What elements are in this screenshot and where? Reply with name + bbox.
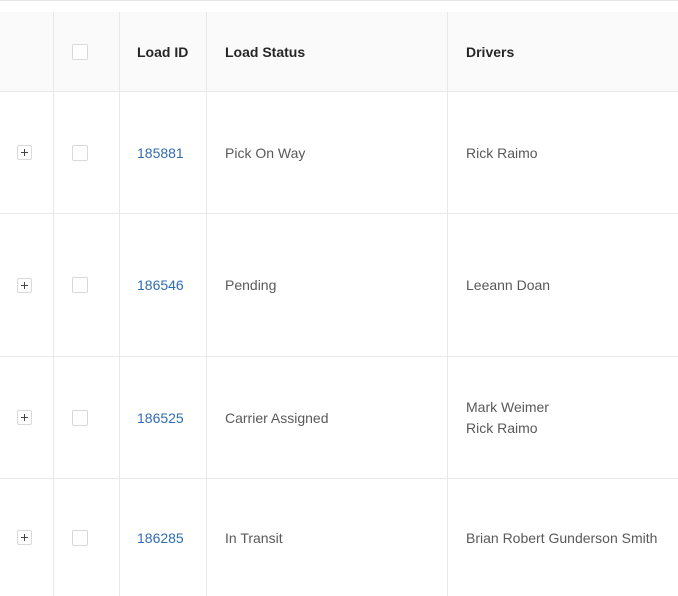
expand-cell — [0, 92, 54, 213]
select-cell — [54, 214, 120, 356]
load-id-link[interactable]: 186525 — [137, 410, 184, 426]
load-id-link[interactable]: 185881 — [137, 145, 184, 161]
load-status-cell: Pending — [207, 214, 448, 356]
load-id-link[interactable]: 186546 — [137, 277, 184, 293]
load-id-cell: 185881 — [120, 92, 207, 213]
expand-cell — [0, 357, 54, 478]
driver-name: Mark Weimer — [466, 399, 549, 415]
load-id-cell: 186546 — [120, 214, 207, 356]
table-row: 186525 Carrier Assigned Mark Weimer Rick… — [0, 357, 678, 479]
header-drivers[interactable]: Drivers — [448, 12, 678, 91]
load-id-link[interactable]: 186285 — [137, 530, 184, 546]
drivers-cell: Brian Robert Gunderson Smith — [448, 479, 678, 596]
header-load-id-label: Load ID — [137, 43, 189, 60]
drivers-cell: Leeann Doan — [448, 214, 678, 356]
drivers-list: Rick Raimo — [466, 144, 538, 162]
expand-row-button[interactable] — [17, 277, 32, 293]
load-id-cell: 186525 — [120, 357, 207, 478]
header-select-cell — [54, 12, 120, 91]
loads-table: Load ID Load Status Drivers 185881 Pick … — [0, 0, 678, 596]
expand-row-button[interactable] — [17, 410, 32, 425]
table-row: 185881 Pick On Way Rick Raimo — [0, 92, 678, 214]
driver-name: Brian Robert Gunderson Smith — [466, 529, 658, 546]
expand-row-button[interactable] — [17, 530, 32, 545]
drivers-cell: Rick Raimo — [448, 92, 678, 213]
driver-name: Rick Raimo — [466, 144, 538, 161]
driver-name: Leeann Doan — [466, 277, 551, 293]
load-status-cell: Pick On Way — [207, 92, 448, 213]
select-all-checkbox[interactable] — [72, 43, 88, 60]
row-checkbox[interactable] — [72, 144, 88, 161]
table-row: 186285 In Transit Brian Robert Gunderson… — [0, 479, 678, 596]
plus-icon — [18, 146, 31, 159]
load-status-text: Pick On Way — [225, 144, 306, 161]
header-expand-cell — [0, 12, 54, 91]
load-id-cell: 186285 — [120, 479, 207, 596]
row-checkbox[interactable] — [72, 529, 88, 546]
load-status-cell: Carrier Assigned — [207, 357, 448, 478]
load-status-text: Carrier Assigned — [225, 409, 329, 426]
drivers-list: Brian Robert Gunderson Smith — [466, 529, 657, 547]
drivers-cell: Mark Weimer Rick Raimo — [448, 357, 678, 478]
header-load-id[interactable]: Load ID — [120, 12, 207, 91]
expand-cell — [0, 479, 54, 596]
load-status-text: In Transit — [225, 529, 283, 546]
row-checkbox[interactable] — [72, 409, 88, 426]
plus-icon — [18, 531, 31, 544]
drivers-list: Mark Weimer Rick Raimo — [466, 398, 549, 437]
drivers-list: Leeann Doan — [466, 276, 550, 294]
plus-icon — [18, 279, 31, 292]
expand-row-button[interactable] — [17, 145, 32, 160]
driver-name: Rick Raimo — [466, 420, 538, 436]
table-header-row: Load ID Load Status Drivers — [0, 12, 678, 92]
select-cell — [54, 479, 120, 596]
select-cell — [54, 357, 120, 478]
header-load-status[interactable]: Load Status — [207, 12, 448, 91]
expand-cell — [0, 214, 54, 356]
header-drivers-label: Drivers — [466, 43, 515, 60]
header-load-status-label: Load Status — [225, 43, 306, 60]
load-status-cell: In Transit — [207, 479, 448, 596]
select-cell — [54, 92, 120, 213]
row-checkbox[interactable] — [72, 277, 88, 293]
plus-icon — [18, 411, 31, 424]
table-row: 186546 Pending Leeann Doan — [0, 214, 678, 357]
load-status-text: Pending — [225, 277, 277, 293]
